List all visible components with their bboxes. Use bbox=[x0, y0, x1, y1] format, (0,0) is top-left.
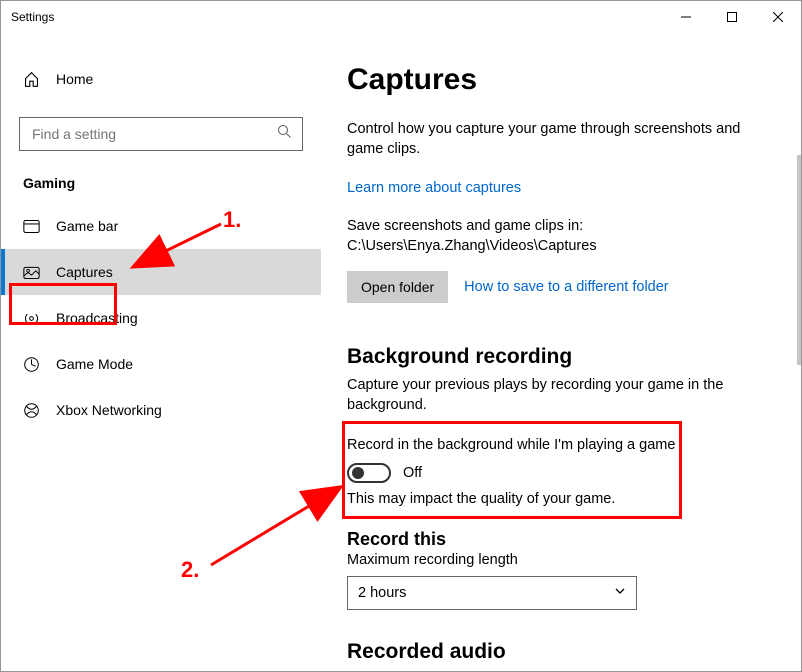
home-icon bbox=[23, 71, 40, 88]
sidebar-item-captures[interactable]: Captures bbox=[1, 249, 321, 295]
max-length-select[interactable]: 2 hours bbox=[347, 576, 637, 610]
save-path-text: Save screenshots and game clips in: C:\U… bbox=[347, 216, 767, 257]
chevron-down-icon bbox=[614, 585, 626, 601]
recorded-audio-heading: Recorded audio bbox=[347, 640, 781, 664]
game-bar-icon bbox=[23, 218, 40, 235]
minimize-icon bbox=[681, 12, 691, 22]
page-title: Captures bbox=[347, 63, 781, 97]
learn-more-link[interactable]: Learn more about captures bbox=[347, 180, 521, 196]
sidebar-item-label: Game bar bbox=[56, 218, 118, 234]
home-nav[interactable]: Home bbox=[1, 61, 321, 97]
open-folder-row: Open folder How to save to a different f… bbox=[347, 271, 781, 303]
open-folder-button[interactable]: Open folder bbox=[347, 271, 448, 303]
scrollbar[interactable] bbox=[797, 155, 801, 365]
search-icon bbox=[277, 124, 292, 144]
titlebar: Settings bbox=[1, 1, 801, 33]
sidebar-group-label: Gaming bbox=[23, 175, 321, 191]
record-background-state: Off bbox=[403, 465, 422, 481]
home-label: Home bbox=[56, 71, 93, 87]
maximize-icon bbox=[727, 12, 737, 22]
toggle-knob bbox=[352, 467, 364, 479]
captures-icon bbox=[23, 264, 40, 281]
minimize-button[interactable] bbox=[663, 1, 709, 33]
search-input-container[interactable] bbox=[19, 117, 303, 151]
search-input[interactable] bbox=[30, 125, 277, 143]
record-background-note: This may impact the quality of your game… bbox=[347, 491, 781, 507]
sidebar-item-label: Game Mode bbox=[56, 356, 133, 372]
close-icon bbox=[773, 12, 783, 22]
broadcasting-icon bbox=[23, 310, 40, 327]
sidebar-item-broadcasting[interactable]: Broadcasting bbox=[1, 295, 321, 341]
window-title: Settings bbox=[11, 10, 54, 24]
background-recording-sub: Capture your previous plays by recording… bbox=[347, 375, 767, 416]
maximize-button[interactable] bbox=[709, 1, 755, 33]
settings-window: Settings Home bbox=[0, 0, 802, 672]
max-length-label: Maximum recording length bbox=[347, 552, 781, 568]
window-body: Home Gaming Game bar bbox=[1, 33, 801, 671]
sidebar: Home Gaming Game bar bbox=[1, 33, 321, 671]
background-recording-heading: Background recording bbox=[347, 345, 781, 369]
sidebar-item-xbox-networking[interactable]: Xbox Networking bbox=[1, 387, 321, 433]
record-background-label: Record in the background while I'm playi… bbox=[347, 437, 781, 453]
sidebar-item-label: Broadcasting bbox=[56, 310, 138, 326]
record-this-heading: Record this bbox=[347, 529, 781, 550]
content-pane: Captures Control how you capture your ga… bbox=[321, 33, 801, 671]
intro-text: Control how you capture your game throug… bbox=[347, 119, 767, 160]
sidebar-item-game-bar[interactable]: Game bar bbox=[1, 203, 321, 249]
save-elsewhere-link[interactable]: How to save to a different folder bbox=[464, 279, 668, 295]
close-button[interactable] bbox=[755, 1, 801, 33]
sidebar-nav: Game bar Captures Broadcasting bbox=[1, 203, 321, 433]
xbox-networking-icon bbox=[23, 402, 40, 419]
max-length-value: 2 hours bbox=[358, 585, 406, 601]
sidebar-item-label: Captures bbox=[56, 264, 113, 280]
record-background-toggle[interactable] bbox=[347, 463, 391, 483]
sidebar-item-label: Xbox Networking bbox=[56, 402, 162, 418]
game-mode-icon bbox=[23, 356, 40, 373]
record-background-group: Record in the background while I'm playi… bbox=[347, 427, 781, 515]
window-controls bbox=[663, 1, 801, 33]
sidebar-item-game-mode[interactable]: Game Mode bbox=[1, 341, 321, 387]
